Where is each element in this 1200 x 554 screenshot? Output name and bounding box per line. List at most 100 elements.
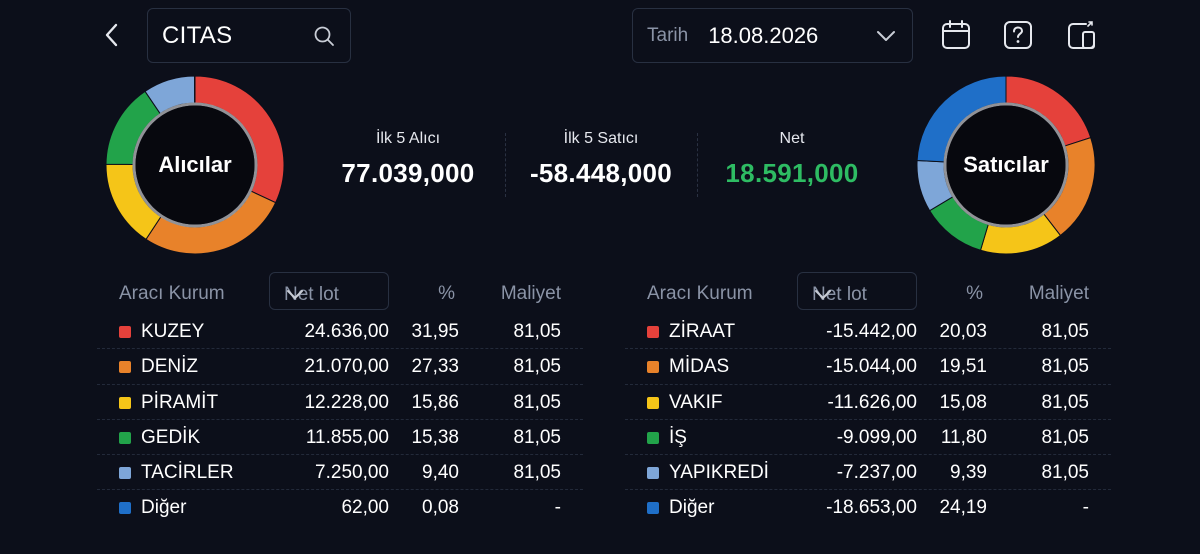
table-row[interactable]: VAKIF -11.626,00 15,08 81,05 [625,385,1111,420]
table-row[interactable]: DENİZ 21.070,00 27,33 81,05 [97,349,583,385]
top5-buyers-value: 77.039,000 [341,158,475,188]
net-lot-value: -15.044,00 [826,356,917,378]
table-row[interactable]: TACİRLER 7.250,00 9,40 81,05 [97,455,583,491]
net-lot-value: 62,00 [341,497,389,519]
broker-name: ZİRAAT [669,321,736,342]
net-lot-value: -9.099,00 [836,426,917,448]
table-header: Aracı Kurum Net lot % Maliyet [625,272,1111,312]
buyers-rows: KUZEY 24.636,00 31,95 81,05 DENİZ 21.070,00 27… [97,314,583,526]
cost-value: 81,05 [513,426,561,448]
percent-value: 0,08 [422,497,459,519]
layout-toggle-button[interactable] [1065,18,1099,52]
percent-value: 15,08 [939,391,987,413]
color-swatch [647,396,659,409]
percent-value: 31,95 [411,321,459,342]
net-lot-value: 7.250,00 [315,462,389,484]
search-value[interactable]: CITAS [162,22,312,50]
color-swatch [119,326,131,338]
percent-value: 15,86 [411,391,459,413]
table-row[interactable]: KUZEY 24.636,00 31,95 81,05 [97,314,583,350]
broker-name: Diğer [669,497,715,519]
percent-value: 19,51 [939,356,987,378]
buyers-donut-label: Alıcılar [158,152,232,177]
net-lot-value: 11.855,00 [305,426,389,448]
sellers-donut-chart[interactable]: Satıcılar [916,75,1096,255]
broker-name: TACİRLER [141,462,234,484]
top5-sellers-value: -58.448,000 [529,158,673,188]
chevron-down-icon[interactable] [874,24,898,48]
table-row[interactable]: GEDİK 11.855,00 15,38 81,05 [97,420,583,456]
net-summary: Net 18.591,000 [697,130,887,189]
cost-value: 81,05 [513,356,561,378]
top5-buyers-summary: İlk 5 Alıcı 77.039,000 [313,130,503,189]
net-lot-value: 21.070,00 [304,356,389,378]
net-lot-value: 12.228,00 [304,391,389,413]
broker-name: PİRAMİT [141,391,219,413]
help-icon [1004,21,1032,49]
cost-value: 81,05 [1041,321,1089,342]
cost-value: 81,05 [1041,356,1089,378]
table-row[interactable]: İŞ -9.099,00 11,80 81,05 [625,420,1111,456]
percent-value: 11,80 [940,426,987,448]
table-row[interactable]: ZİRAAT -15.442,00 20,03 81,05 [625,314,1111,350]
broker-distribution-screen: CITAS Tarih 18.08.2026 Alıcılar Satıcıla… [0,0,1200,554]
percent-value: 27,33 [411,356,459,378]
calendar-button[interactable] [939,18,973,52]
table-row[interactable]: PİRAMİT 12.228,00 15,86 81,05 [97,385,583,420]
table-row[interactable]: Diğer 62,00 0,08 - [97,490,583,525]
calendar-icon [942,20,970,49]
net-lot-value: -18.653,00 [826,497,917,519]
percent-value: 9,39 [950,462,987,484]
percent-value: 15,38 [411,426,459,448]
header-cost: Maliyet [500,283,561,304]
chevron-down-icon [812,284,834,306]
color-swatch [119,431,131,444]
symbol-search-input[interactable]: CITAS [147,8,351,63]
back-button[interactable] [96,18,128,52]
sellers-table: Aracı Kurum Net lot % Maliyet ZİRAAT -15.… [625,272,1111,526]
table-row[interactable]: YAPIKREDİ -7.237,00 9,39 81,05 [625,455,1111,491]
broker-name: MİDAS [669,356,730,378]
sellers-rows: ZİRAAT -15.442,00 20,03 81,05 MİDAS -15.044,0… [625,314,1111,526]
color-swatch [647,431,659,444]
date-label: Tarih [647,24,689,46]
header-broker: Aracı Kurum [647,283,753,304]
date-value[interactable]: 18.08.2026 [708,23,874,49]
header-percent: % [438,283,455,304]
cost-value: - [554,497,561,519]
cost-value: - [1082,497,1089,519]
net-lot-value: 24.636,00 [304,321,389,342]
broker-name: Diğer [141,497,187,519]
table-header: Aracı Kurum Net lot % Maliyet [97,272,583,312]
color-swatch [119,361,131,374]
header-broker: Aracı Kurum [119,283,225,304]
cost-value: 81,05 [1041,426,1089,448]
color-swatch [119,502,131,515]
net-label: Net [779,130,805,147]
chevron-down-icon [284,284,306,306]
header-percent: % [966,283,983,304]
broker-name: DENİZ [141,356,198,378]
color-swatch [647,326,659,338]
buyers-donut-chart[interactable]: Alıcılar [105,75,285,255]
top5-sellers-summary: İlk 5 Satıcı -58.448,000 [506,130,696,189]
percent-value: 20,03 [939,321,987,342]
table-row[interactable]: Diğer -18.653,00 24,19 - [625,490,1111,525]
help-button[interactable] [1001,18,1035,52]
net-lot-value: -11.626,00 [827,391,917,413]
net-lot-dropdown[interactable]: Net lot [797,272,917,310]
layout-toggle-icon [1068,21,1095,49]
net-value: 18.591,000 [725,158,859,188]
color-swatch [119,467,131,480]
chevron-left-icon [105,23,118,47]
net-lot-dropdown[interactable]: Net lot [269,272,389,310]
header-cost: Maliyet [1028,283,1089,304]
color-swatch [647,467,659,480]
cost-value: 81,05 [513,321,561,342]
search-icon[interactable] [312,24,336,48]
broker-name: YAPIKREDİ [669,462,769,484]
color-swatch [647,361,659,374]
table-row[interactable]: MİDAS -15.044,00 19,51 81,05 [625,349,1111,385]
top5-sellers-label: İlk 5 Satıcı [563,130,639,147]
date-selector[interactable]: Tarih 18.08.2026 [632,8,913,63]
